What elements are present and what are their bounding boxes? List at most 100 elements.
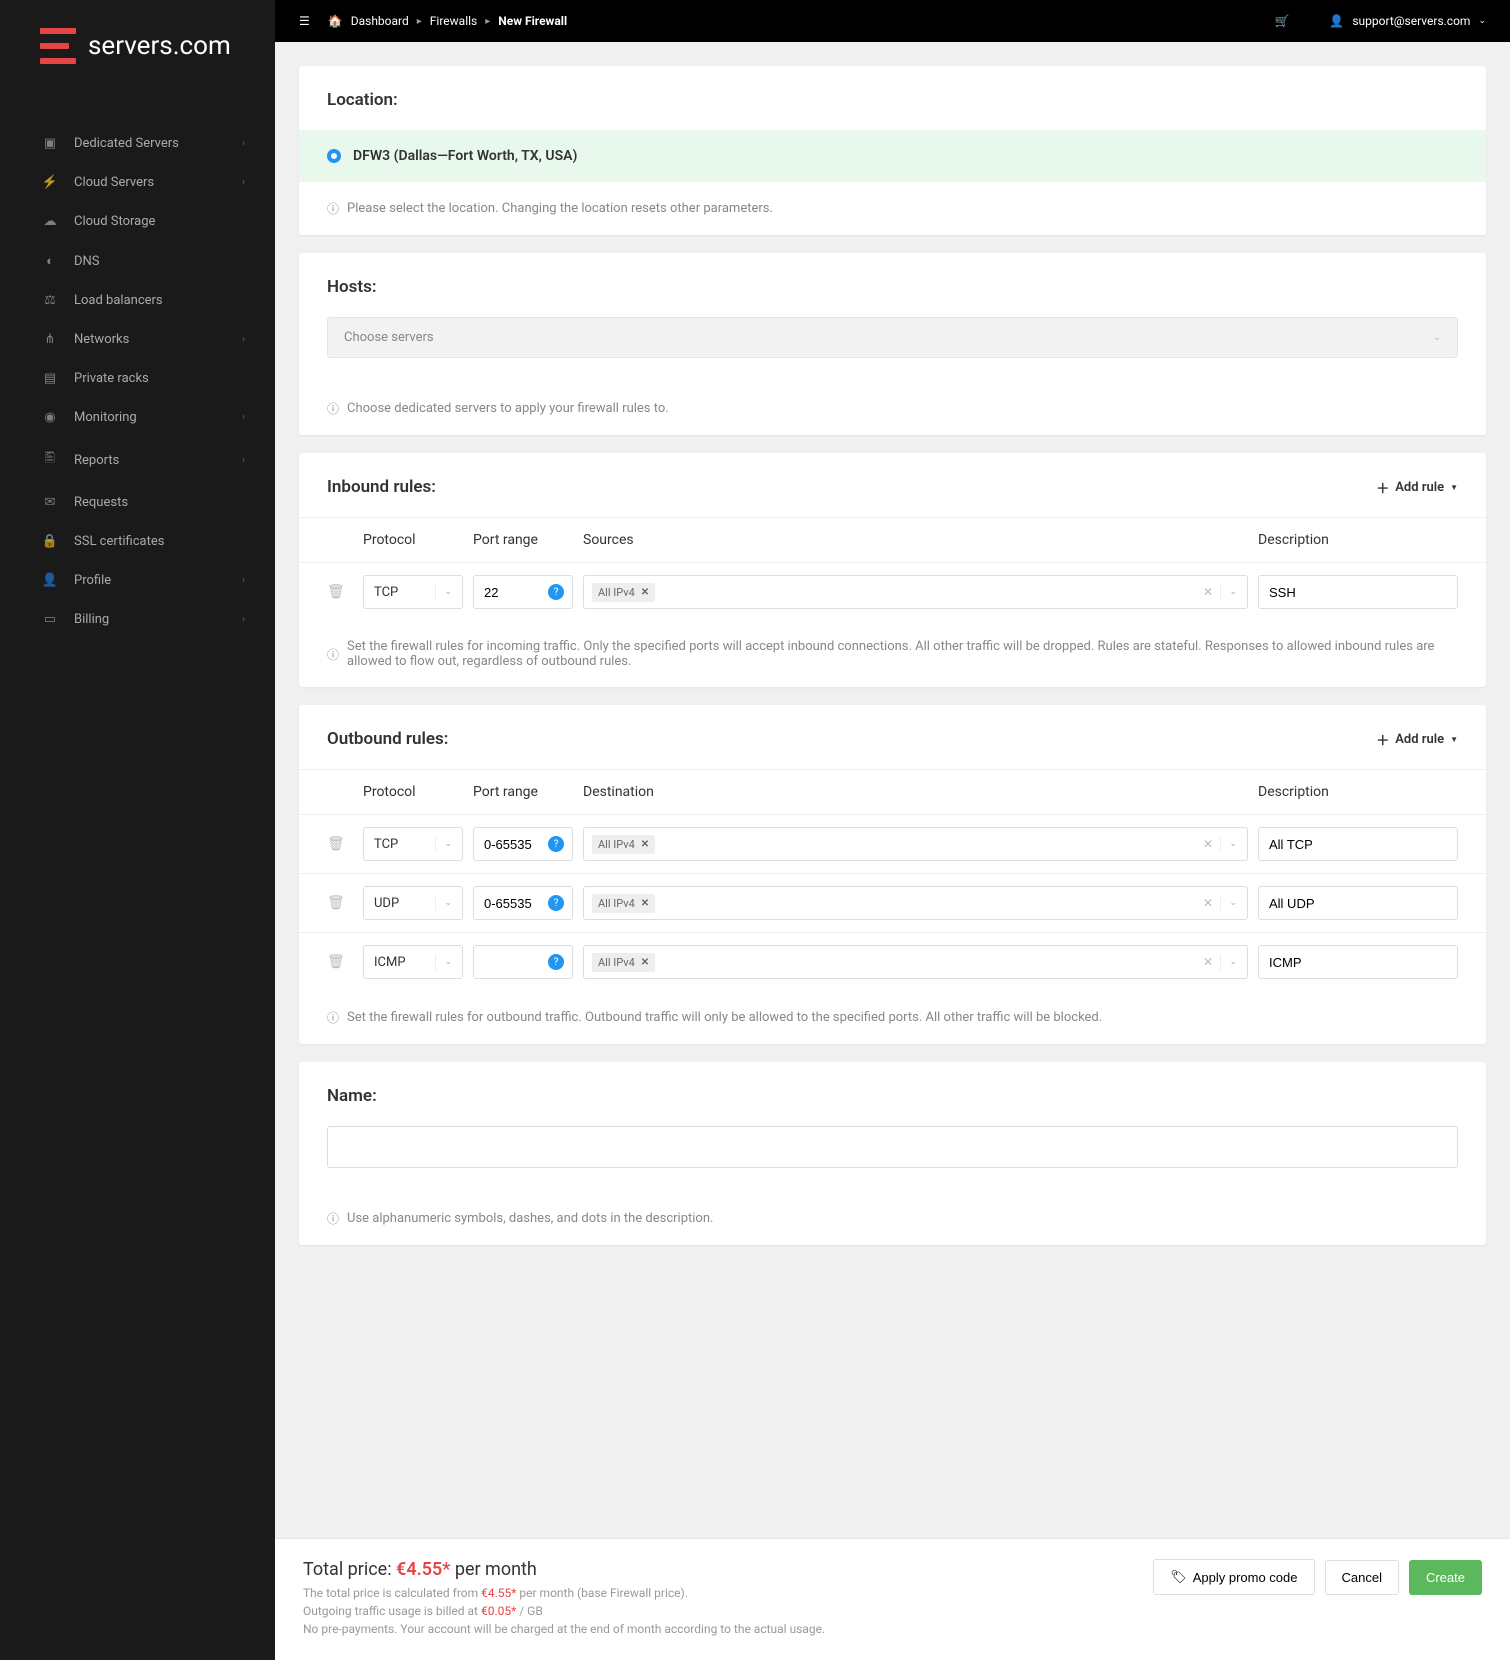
breadcrumb-home[interactable]: Dashboard [351, 14, 409, 28]
port-field[interactable] [484, 585, 544, 600]
sidebar-item-dedicated-servers[interactable]: ▣Dedicated Servers› [0, 124, 275, 163]
nav-icon: 🔒 [40, 534, 60, 549]
protocol-select[interactable]: TCP ⌄ [363, 827, 463, 861]
inbound-columns: Protocol Port range Sources Description [299, 517, 1486, 562]
menu-icon[interactable]: ☰ [299, 14, 310, 28]
description-input[interactable] [1258, 886, 1458, 920]
sidebar-item-profile[interactable]: 👤Profile› [0, 561, 275, 600]
help-icon[interactable]: ? [548, 836, 564, 852]
nav-icon: ⋔ [40, 332, 60, 347]
plus-icon: ＋ [1376, 730, 1389, 749]
delete-rule-button[interactable]: 🗑 [327, 836, 363, 852]
breadcrumb-current: New Firewall [498, 14, 567, 28]
protocol-select[interactable]: TCP ⌄ [363, 575, 463, 609]
chevron-down-icon: ⌄ [1478, 16, 1486, 26]
sidebar-item-billing[interactable]: ▭Billing› [0, 600, 275, 639]
remove-tag-icon[interactable]: ✕ [641, 898, 649, 909]
nav-icon: ◉ [40, 410, 60, 425]
sources-select[interactable]: All IPv4✕ ✕ ⌄ [583, 945, 1248, 979]
topbar: ☰ 🏠 Dashboard ▸ Firewalls ▸ New Firewall… [275, 0, 1510, 42]
sources-select[interactable]: All IPv4✕ ✕ ⌄ [583, 886, 1248, 920]
help-icon[interactable]: ? [548, 954, 564, 970]
sidebar-item-requests[interactable]: ✉Requests [0, 483, 275, 522]
nav-label: Reports [74, 453, 119, 468]
chevron-right-icon: › [242, 575, 245, 586]
description-input[interactable] [1258, 827, 1458, 861]
protocol-select[interactable]: ICMP ⌄ [363, 945, 463, 979]
nav-label: DNS [74, 254, 100, 269]
sidebar-item-monitoring[interactable]: ◉Monitoring› [0, 398, 275, 437]
port-field[interactable] [484, 896, 544, 911]
create-button[interactable]: Create [1409, 1560, 1482, 1595]
source-tag: All IPv4✕ [592, 583, 655, 602]
sidebar-item-load-balancers[interactable]: ⚖Load balancers [0, 281, 275, 320]
nav-icon: ⚡ [40, 175, 60, 190]
delete-rule-button[interactable]: 🗑 [327, 954, 363, 970]
cart-icon[interactable]: 🛒 [1274, 14, 1289, 28]
delete-rule-button[interactable]: 🗑 [327, 895, 363, 911]
help-icon[interactable]: ? [548, 584, 564, 600]
description-field[interactable] [1269, 828, 1447, 860]
user-menu[interactable]: 👤 support@servers.com ⌄ [1329, 14, 1486, 28]
remove-tag-icon[interactable]: ✕ [641, 957, 649, 968]
clear-icon[interactable]: ✕ [1203, 896, 1213, 910]
chevron-down-icon: ⌄ [444, 957, 452, 967]
brand-name: servers.com [88, 31, 231, 61]
description-input[interactable] [1258, 575, 1458, 609]
nav-label: Load balancers [74, 293, 163, 308]
radio-selected-icon [327, 149, 341, 163]
clear-icon[interactable]: ✕ [1203, 585, 1213, 599]
inbound-panel: Inbound rules: ＋ Add rule ▼ Protocol Por… [299, 453, 1486, 687]
rule-row: 🗑 TCP ⌄ ? All IPv4✕ ✕ ⌄ [299, 814, 1486, 873]
name-note: ⓘ Use alphanumeric symbols, dashes, and … [299, 1192, 1486, 1245]
sidebar-item-dns[interactable]: ◐ DNS [0, 241, 275, 281]
help-icon[interactable]: ? [548, 895, 564, 911]
port-field[interactable] [484, 955, 544, 970]
sidebar-item-private-racks[interactable]: ▤Private racks [0, 359, 275, 398]
sidebar-item-cloud-servers[interactable]: ⚡Cloud Servers› [0, 163, 275, 202]
sidebar-item-networks[interactable]: ⋔Networks› [0, 320, 275, 359]
description-input[interactable] [1258, 945, 1458, 979]
caret-down-icon: ▼ [1450, 483, 1458, 492]
sources-select[interactable]: All IPv4✕ ✕ ⌄ [583, 827, 1248, 861]
outbound-panel: Outbound rules: ＋ Add rule ▼ Protocol Po… [299, 705, 1486, 1044]
nav-icon: ◐ [40, 253, 60, 269]
nav-icon: ▣ [40, 136, 60, 151]
protocol-select[interactable]: UDP ⌄ [363, 886, 463, 920]
hosts-select[interactable]: Choose servers ⌄ [327, 317, 1458, 358]
description-field[interactable] [1269, 946, 1447, 978]
logo[interactable]: servers.com [0, 0, 275, 104]
add-outbound-rule-button[interactable]: ＋ Add rule ▼ [1376, 730, 1458, 749]
delete-rule-button[interactable]: 🗑 [327, 584, 363, 600]
location-title: Location: [299, 66, 1486, 130]
breadcrumb-firewalls[interactable]: Firewalls [430, 14, 477, 28]
nav-label: Networks [74, 332, 129, 347]
port-field[interactable] [484, 837, 544, 852]
remove-tag-icon[interactable]: ✕ [641, 839, 649, 850]
sources-select[interactable]: All IPv4✕ ✕ ⌄ [583, 575, 1248, 609]
firewall-name-input[interactable] [327, 1126, 1458, 1168]
home-icon[interactable]: 🏠 [328, 14, 343, 28]
nav: ▣Dedicated Servers›⚡Cloud Servers›☁Cloud… [0, 104, 275, 659]
remove-tag-icon[interactable]: ✕ [641, 587, 649, 598]
clear-icon[interactable]: ✕ [1203, 955, 1213, 969]
logo-icon [40, 28, 76, 64]
description-field[interactable] [1269, 576, 1447, 608]
clear-icon[interactable]: ✕ [1203, 837, 1213, 851]
sidebar-item-reports[interactable]: 🖺Reports› [0, 437, 275, 483]
apply-promo-button[interactable]: 🏷 Apply promo code [1153, 1559, 1314, 1595]
description-field[interactable] [1269, 887, 1447, 919]
port-input[interactable]: ? [473, 827, 573, 861]
name-panel: Name: ⓘ Use alphanumeric symbols, dashes… [299, 1062, 1486, 1245]
cancel-button[interactable]: Cancel [1325, 1560, 1399, 1595]
sidebar: servers.com ▣Dedicated Servers›⚡Cloud Se… [0, 0, 275, 1660]
info-icon: ⓘ [327, 200, 339, 217]
sidebar-item-cloud-storage[interactable]: ☁Cloud Storage [0, 202, 275, 241]
location-option[interactable]: DFW3 (Dallas—Fort Worth, TX, USA) [299, 130, 1486, 182]
port-input[interactable]: ? [473, 945, 573, 979]
port-input[interactable]: ? [473, 886, 573, 920]
port-input[interactable]: ? [473, 575, 573, 609]
add-inbound-rule-button[interactable]: ＋ Add rule ▼ [1376, 478, 1458, 497]
nav-icon: 🖺 [40, 449, 60, 471]
sidebar-item-ssl-certificates[interactable]: 🔒SSL certificates [0, 522, 275, 561]
